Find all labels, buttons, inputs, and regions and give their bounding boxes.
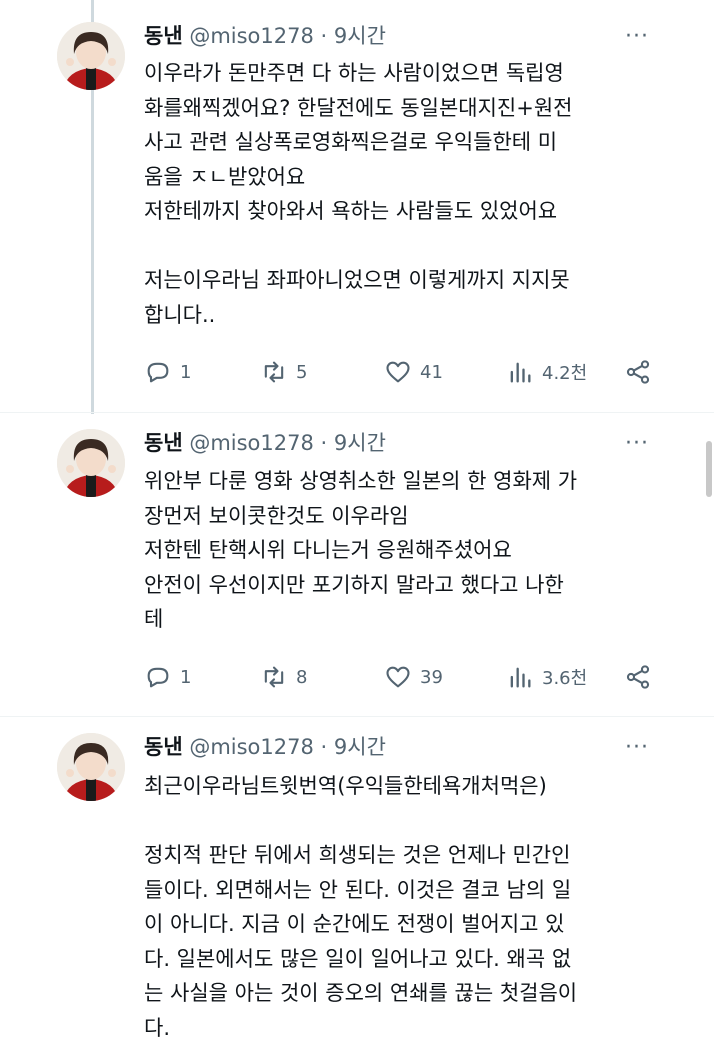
timestamp[interactable]: 9시간 [334,431,386,455]
views-button[interactable]: 3.6천 [506,663,587,691]
tweet-divider [0,716,714,717]
tweet-text: 최근이우라님트윗번역(우익들한테욕개처먹은) 정치적 판단 뒤에서 희생되는 것… [144,774,578,1040]
avatar[interactable] [57,22,125,90]
display-name[interactable]: 동낸 [144,24,183,48]
like-button[interactable]: 39 [384,663,443,691]
separator-dot: · [320,431,328,455]
avatar[interactable] [57,429,125,497]
retweet-icon [264,666,284,688]
retweet-button[interactable]: 8 [260,663,307,691]
share-button[interactable] [624,358,652,386]
share-icon [626,360,650,384]
display-name[interactable]: 동낸 [144,431,183,455]
like-count: 41 [420,361,443,383]
tweet-divider [0,412,714,413]
view-count: 4.2천 [542,363,588,384]
tweet-text: 위안부 다룬 영화 상영취소한 일본의 한 영화제 가 장먼저 보이콧한것도 이… [144,469,578,631]
user-handle[interactable]: @miso1278 [189,24,314,48]
share-button[interactable] [624,663,652,691]
timestamp[interactable]: 9시간 [334,24,386,48]
separator-dot: · [320,24,328,48]
retweet-count: 8 [296,666,308,688]
share-icon [626,665,650,689]
retweet-count: 5 [296,361,308,383]
views-button[interactable]: 4.2천 [506,358,587,386]
reply-count: 1 [180,361,192,383]
like-button[interactable]: 41 [384,358,443,386]
tweet-actions: 1 5 41 4.2천 [144,358,664,388]
user-handle[interactable]: @miso1278 [189,735,314,759]
reply-icon [147,362,169,383]
tweet-header: 동낸 @miso1278 · 9시간 [144,429,386,457]
retweet-button[interactable]: 5 [260,358,307,386]
more-options-icon[interactable]: ··· [625,24,649,49]
heart-icon [386,666,410,688]
reply-button[interactable]: 1 [144,663,191,691]
like-count: 39 [420,666,443,688]
reply-count: 1 [180,666,192,688]
analytics-icon [510,667,531,688]
retweet-icon [264,361,284,383]
avatar[interactable] [57,733,125,801]
tweet-header: 동낸 @miso1278 · 9시간 [144,22,386,50]
tweet-text: 이우라가 돈만주면 다 하는 사람이었으면 독립영 화를왜찍겠어요? 한달전에도… [144,61,573,327]
analytics-icon [510,362,531,383]
heart-icon [386,361,410,383]
more-options-icon[interactable]: ··· [625,735,649,760]
tweet-actions: 1 8 39 3.6천 [144,663,664,693]
timestamp[interactable]: 9시간 [334,735,386,759]
separator-dot: · [320,735,328,759]
view-count: 3.6천 [542,668,588,689]
user-handle[interactable]: @miso1278 [189,431,314,455]
tweet-header: 동낸 @miso1278 · 9시간 [144,733,386,761]
reply-button[interactable]: 1 [144,358,191,386]
reply-icon [147,667,169,688]
display-name[interactable]: 동낸 [144,735,183,759]
scrollbar-thumb[interactable] [706,441,712,497]
more-options-icon[interactable]: ··· [625,431,649,456]
